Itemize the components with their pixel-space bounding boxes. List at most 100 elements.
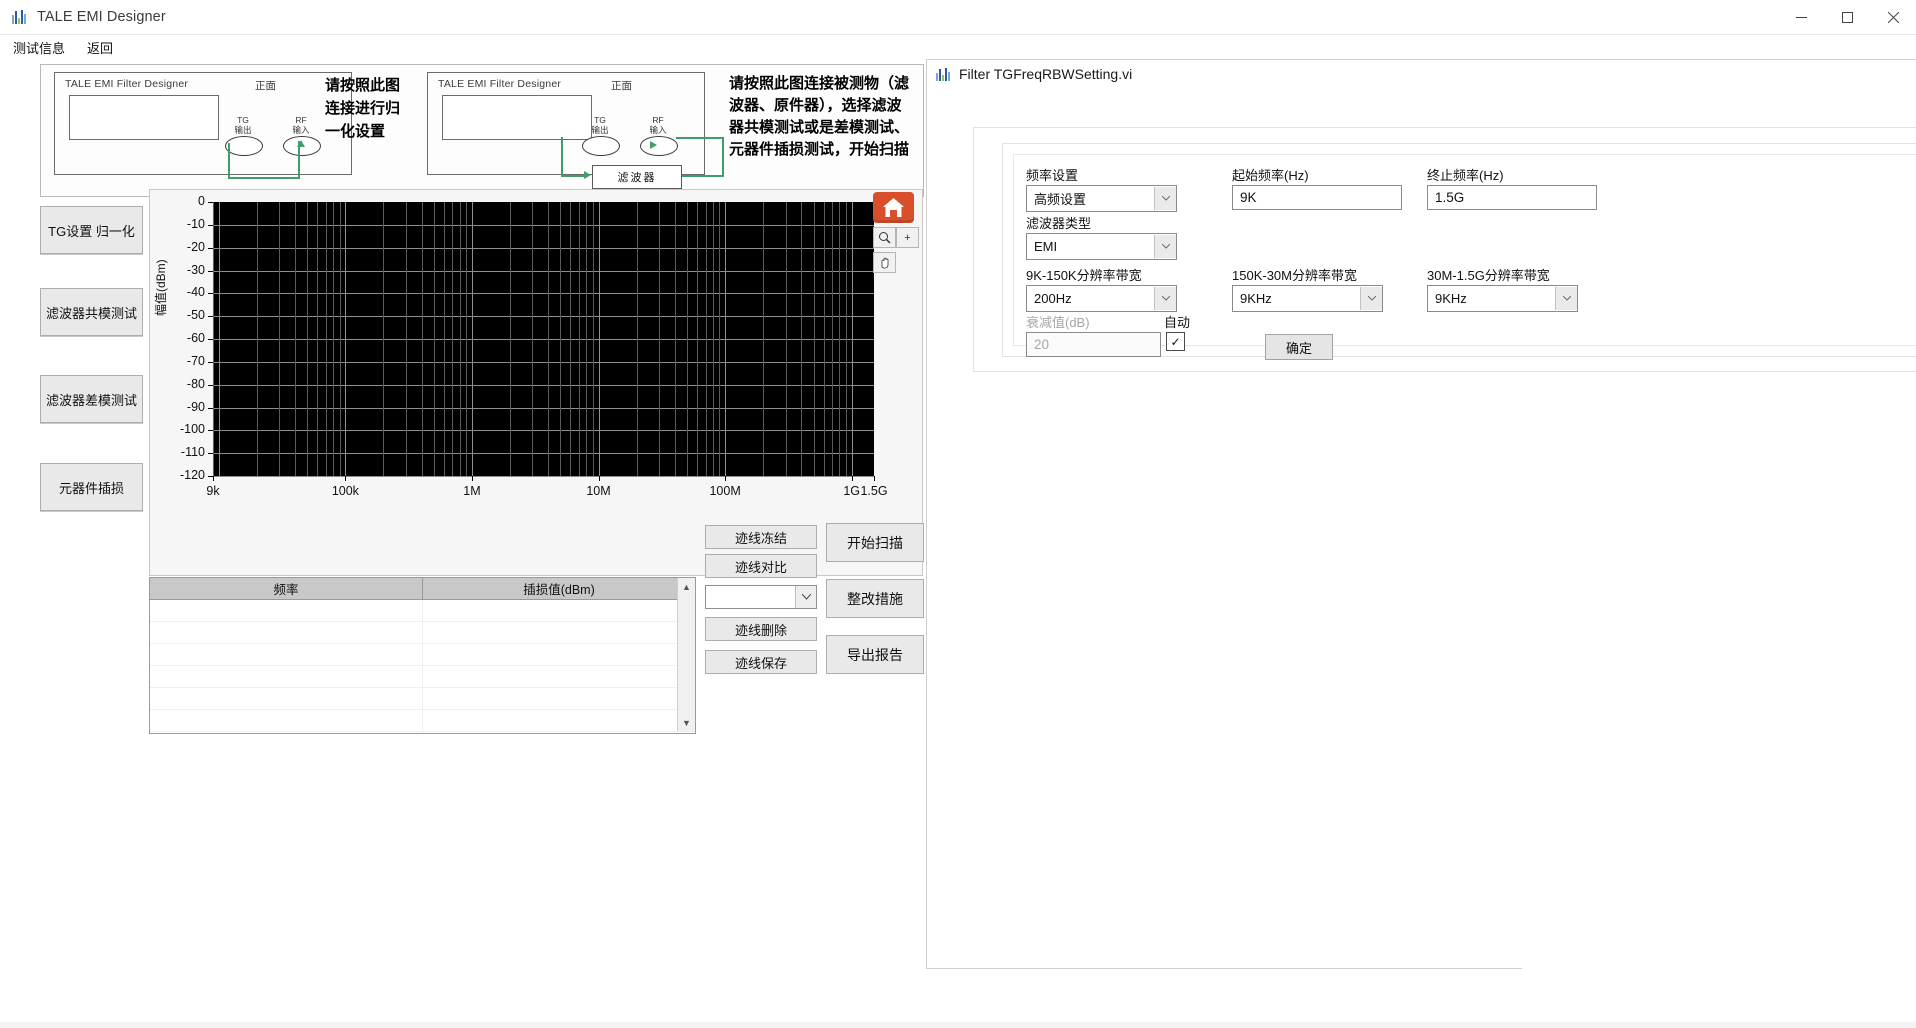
attenuation-value: 20 [1034,337,1050,352]
diagram-right-dut-arrow-icon [584,171,591,179]
chevron-down-icon[interactable] [1555,287,1577,310]
spectrum-graph[interactable]: 幅值(dBm) 0 -10 -20 -30 -40 -50 -60 -70 -80 -90 -100… [149,189,923,576]
chevron-down-icon[interactable] [1154,287,1176,310]
filter-type-value: EMI [1034,239,1058,254]
diagram-left-wire-rf-up [298,141,300,179]
rbw2-dropdown[interactable]: 9KHz [1232,285,1383,312]
table-cell [423,688,695,709]
table-row[interactable] [150,688,695,710]
window-titlebar: TALE EMI Designer [0,0,1916,35]
graph-gridline-v [295,202,296,476]
graph-gridline-v [697,202,699,476]
graph-x-tick-label: 100M [709,484,741,498]
chevron-down-icon[interactable] [1154,235,1176,258]
tg-normalize-label: TG设置 归一化 [48,223,135,239]
rectify-measures-button[interactable]: 整改措施 [826,579,924,618]
trace-save-label: 迹线保存 [734,655,787,671]
close-button[interactable] [1870,0,1916,34]
graph-gridline-v [658,202,660,476]
window-controls [1778,0,1916,34]
table-row[interactable] [150,622,695,644]
trace-delete-button[interactable]: 迹线删除 [705,617,817,641]
left-instruction-text: 请按照此图连接进行归一化设置 [325,74,401,143]
graph-y-tick-label: -120 [179,468,205,482]
export-report-label: 导出报告 [847,646,903,663]
start-scan-button[interactable]: 开始扫描 [826,523,924,562]
start-freq-input[interactable]: 9K [1232,185,1402,210]
graph-y-tick-label: -40 [186,285,205,300]
menu-item-back[interactable]: 返回 [78,36,122,59]
export-report-button[interactable]: 导出报告 [826,635,924,674]
freq-setting-label: 频率设置 [1026,168,1079,183]
graph-gridline-v [459,202,461,476]
graph-y-tick-label: 0 [198,194,205,208]
rbw1-label: 9K-150K分辨率带宽 [1026,268,1142,283]
filter-type-dropdown[interactable]: EMI [1026,233,1177,260]
graph-gridline-v [832,202,834,476]
filter-differential-mode-test-button[interactable]: 滤波器差模测试 [40,375,143,423]
trace-select-dropdown[interactable] [705,585,817,609]
scroll-up-arrow[interactable]: ▲ [678,578,695,595]
table-row[interactable] [150,710,695,732]
attenuation-input[interactable]: 20 [1026,332,1161,357]
diagram-right-wire-rf-right [676,137,724,139]
table-row[interactable] [150,644,695,666]
diagram-left-wire-bottom [228,177,300,179]
zoom-icon[interactable] [873,227,896,248]
table-header-insertion-loss: 插损值(dBm) [422,578,695,599]
right-instruction-text: 请按照此图连接被测物（滤波器、原件器），选择滤波器共模测试或是差模测试、元器件插… [729,73,915,161]
graph-y-tick-label: -10 [186,216,205,231]
rbw3-label: 30M-1.5G分辨率带宽 [1427,268,1550,283]
confirm-button[interactable]: 确定 [1265,334,1333,360]
graph-x-tick-label: 1.5G [860,484,888,498]
trace-save-button[interactable]: 迹线保存 [705,650,817,674]
filter-type-label: 滤波器类型 [1026,216,1092,231]
graph-gridline-v [333,202,335,476]
table-scrollbar[interactable]: ▲ ▼ [677,578,695,731]
auto-checkbox[interactable]: ✓ [1166,332,1185,351]
trace-freeze-button[interactable]: 迹线冻结 [705,525,817,549]
diagram-right-device-face: 正面 [611,80,632,92]
table-row[interactable] [150,600,695,622]
rbw1-dropdown[interactable]: 200Hz [1026,285,1177,312]
component-insertion-loss-button[interactable]: 元器件插损 [40,463,143,511]
table-cell [150,666,423,687]
results-table[interactable]: 频率 插损值(dBm) ▲ ▼ [149,577,696,734]
graph-gridline-v [719,202,721,476]
stop-freq-input[interactable]: 1.5G [1427,185,1597,210]
graph-gridline-h [213,476,874,477]
scroll-down-arrow[interactable]: ▼ [678,714,695,731]
chevron-down-icon[interactable] [1360,287,1382,310]
graph-gridline-v [443,202,445,476]
rbw3-dropdown[interactable]: 9KHz [1427,285,1578,312]
trace-compare-button[interactable]: 迹线对比 [705,554,817,578]
rf-text: RF [295,115,307,125]
plus-icon[interactable]: + [896,227,919,248]
dut-label: 滤波器 [617,172,657,184]
rbw2-label: 150K-30M分辨率带宽 [1232,268,1357,283]
table-row[interactable] [150,666,695,688]
chevron-down-icon[interactable] [1154,187,1176,210]
maximize-button[interactable] [1824,0,1870,34]
graph-y-tick-label: -30 [186,262,205,277]
dialog-empty-area [1522,396,1916,1028]
dialog-settings-panel-mid: 频率设置 高频设置 起始频率(Hz) 9K 终止频率(Hz) 1.5G 滤波器类… [1002,143,1916,360]
graph-gridline-v [813,202,815,476]
diagram-right-rf-arrow-icon [650,141,657,149]
graph-gridline-v [548,202,550,476]
filter-common-mode-test-button[interactable]: 滤波器共模测试 [40,288,143,336]
graph-gridline-h [213,224,874,226]
rbw3-value: 9KHz [1435,291,1467,306]
graph-plot-area[interactable] [213,202,874,477]
menu-item-test-info[interactable]: 测试信息 [4,36,74,59]
freq-setting-dropdown[interactable]: 高频设置 [1026,185,1177,212]
pan-hand-icon[interactable] [873,252,896,273]
graph-gridline-h [213,316,874,318]
home-icon[interactable] [873,192,914,223]
minimize-button[interactable] [1778,0,1824,34]
table-body [150,600,695,732]
graph-y-tick-label: -70 [186,353,205,368]
chevron-down-icon[interactable] [795,586,816,608]
graph-gridline-v [674,202,676,476]
tg-normalize-button[interactable]: TG设置 归一化 [40,206,143,254]
